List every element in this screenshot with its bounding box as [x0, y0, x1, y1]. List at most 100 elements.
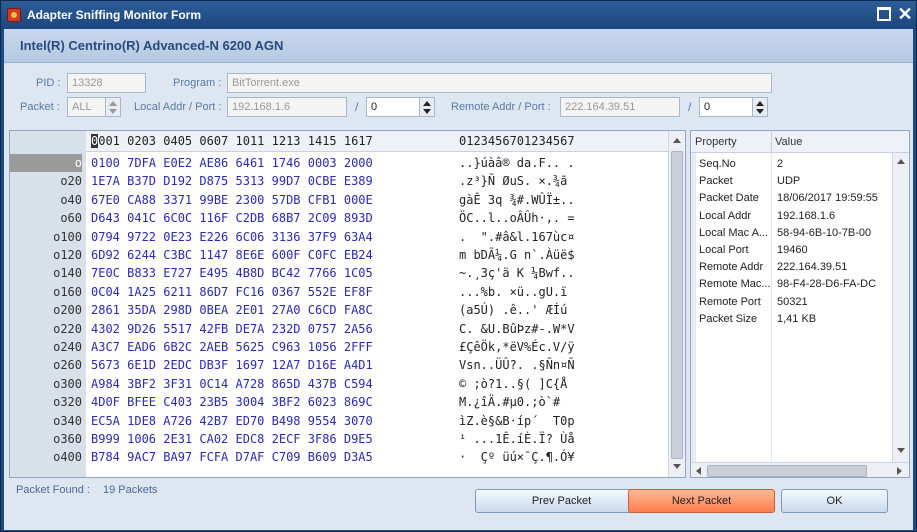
local-addr-field[interactable]: 192.168.1.6 — [227, 97, 347, 117]
hex-row[interactable]: o40 67E0 CA88 3371 99BE 2300 57DB CFB1 00… — [10, 191, 668, 209]
hex-row-ascii[interactable]: ..}úàâ® da.F.. . — [459, 154, 575, 172]
scroll-down-icon[interactable] — [895, 444, 907, 458]
hex-row[interactable]: o220 4302 9D26 5517 42FB DE7A 232D 0757 2… — [10, 320, 668, 338]
hex-row-bytes[interactable]: 6D92 6244 C3BC 1147 8E6E 600F C0FC EB24 — [91, 246, 373, 264]
ascii-column-header: 0123456701234567 — [459, 134, 575, 148]
local-port-stepper[interactable] — [419, 97, 435, 117]
property-scrollbar[interactable] — [892, 153, 909, 462]
remote-port-stepper[interactable] — [752, 97, 768, 117]
hex-row[interactable]: o160 0C04 1A25 6211 86D7 FC16 0367 552E E… — [10, 283, 668, 301]
hex-row-bytes[interactable]: 4302 9D26 5517 42FB DE7A 232D 0757 2A56 — [91, 320, 373, 338]
property-row[interactable]: Packet Date 18/06/2017 19:59:55 — [691, 190, 909, 207]
property-row[interactable]: Packet Size 1,41 KB — [691, 311, 909, 328]
chevron-up-icon[interactable] — [109, 101, 117, 106]
scroll-thumb[interactable] — [671, 151, 683, 459]
hex-row-ascii[interactable]: ~.¸3ç'ä K ¼Bwf.. — [459, 264, 575, 282]
property-row[interactable]: Remote Mac... 98-F4-28-D6-FA-DC — [691, 276, 909, 293]
hex-row[interactable]: o 0100 7DFA E0E2 AE86 6461 1746 0003 2000… — [10, 154, 668, 172]
ok-button[interactable]: OK — [781, 489, 888, 513]
hex-row[interactable]: o60 D643 041C 6C0C 116F C2DB 68B7 2C09 89… — [10, 209, 668, 227]
packet-select[interactable]: ALL — [67, 97, 106, 117]
next-packet-button[interactable]: Next Packet — [628, 489, 775, 513]
program-field[interactable]: BitTorrent.exe — [227, 73, 772, 93]
property-hscrollbar[interactable] — [691, 462, 909, 477]
program-label: Program : — [173, 77, 222, 89]
hex-row-ascii[interactable]: ...%b. ×ü..gU.ï — [459, 283, 567, 301]
hex-row[interactable]: o120 6D92 6244 C3BC 1147 8E6E 600F C0FC E… — [10, 246, 668, 264]
scroll-right-icon[interactable] — [893, 463, 905, 477]
hex-row-bytes[interactable]: 67E0 CA88 3371 99BE 2300 57DB CFB1 000E — [91, 191, 373, 209]
hex-row[interactable]: o20 1E7A B37D D192 D875 5313 99D7 0CBE E3… — [10, 172, 668, 190]
local-port-field[interactable]: 0 — [366, 97, 420, 117]
hex-row-bytes[interactable]: 1E7A B37D D192 D875 5313 99D7 0CBE E389 — [91, 172, 373, 190]
hex-row-ascii[interactable]: ¹ ...1Ê.íÈ.Ï? Ùå — [459, 430, 575, 448]
chevron-down-icon[interactable] — [756, 109, 764, 114]
scroll-up-icon[interactable] — [895, 155, 907, 169]
packet-stepper[interactable] — [105, 97, 121, 117]
close-icon[interactable]: ✕ — [896, 3, 914, 25]
hex-row-bytes[interactable]: 0100 7DFA E0E2 AE86 6461 1746 0003 2000 — [91, 154, 373, 172]
property-value: 50321 — [777, 295, 808, 308]
hex-row-ascii[interactable]: ìZ.è§&B·íp´ T0p — [459, 412, 575, 430]
property-row[interactable]: Packet UDP — [691, 173, 909, 190]
hex-row[interactable]: o400 B784 9AC7 BA97 FCFA D7AF C709 B609 D… — [10, 448, 668, 466]
hex-row-bytes[interactable]: 4D0F BFEE C403 23B5 3004 3BF2 6023 869C — [91, 393, 373, 411]
hex-row[interactable]: o240 A3C7 EAD6 6B2C 2AEB 5625 C963 1056 2… — [10, 338, 668, 356]
hex-viewer[interactable]: 0001 0203 0405 0607 1011 1213 1415 1617 … — [9, 130, 686, 478]
hex-row-bytes[interactable]: 7E0C B833 E727 E495 4B8D BC42 7766 1C05 — [91, 264, 373, 282]
hex-row-bytes[interactable]: B784 9AC7 BA97 FCFA D7AF C709 B609 D3A5 — [91, 448, 373, 466]
hex-row-bytes[interactable]: EC5A 1DE8 A726 42B7 ED70 B498 9554 3070 — [91, 412, 373, 430]
property-row[interactable]: Remote Port 50321 — [691, 294, 909, 311]
property-row[interactable]: Local Mac A... 58-94-6B-10-7B-00 — [691, 225, 909, 242]
chevron-up-icon[interactable] — [756, 101, 764, 106]
hscroll-thumb[interactable] — [707, 465, 867, 477]
chevron-down-icon[interactable] — [423, 109, 431, 114]
hex-row-bytes[interactable]: 2861 35DA 298D 0BEA 2E01 27A0 C6CD FA8C — [91, 301, 373, 319]
remote-addr-field[interactable]: 222.164.39.51 — [560, 97, 680, 117]
hex-row[interactable]: o360 B999 1006 2E31 CA02 EDC8 2ECF 3F86 D… — [10, 430, 668, 448]
property-row[interactable]: Local Addr 192.168.1.6 — [691, 208, 909, 225]
maximize-icon[interactable] — [877, 7, 891, 21]
prev-packet-button[interactable]: Prev Packet — [475, 489, 648, 513]
hex-row-ascii[interactable]: · Çº üú×¯Ç.¶.Ó¥ — [459, 448, 575, 466]
hex-row[interactable]: o320 4D0F BFEE C403 23B5 3004 3BF2 6023 8… — [10, 393, 668, 411]
property-row[interactable]: Seq.No 2 — [691, 156, 909, 173]
hex-row-ascii[interactable]: Vsn..ÜÛ?. .§Ñn¤Ñ — [459, 356, 575, 374]
property-grid[interactable]: Property Value Seq.No 2 Packet UDP Packet Da… — [690, 130, 910, 478]
property-row[interactable]: Remote Addr 222.164.39.51 — [691, 259, 909, 276]
hex-row[interactable]: o140 7E0C B833 E727 E495 4B8D BC42 7766 1… — [10, 264, 668, 282]
column-divider[interactable] — [771, 131, 772, 153]
hex-row-ascii[interactable]: © ;ò?1..§( ]C{Å — [459, 375, 567, 393]
hex-row[interactable]: o100 0794 9722 0E23 E226 6C06 3136 37F9 6… — [10, 228, 668, 246]
hex-row-ascii[interactable]: £ÇêÖk,*ëV%Éc.V/ÿ — [459, 338, 575, 356]
hex-row[interactable]: o340 EC5A 1DE8 A726 42B7 ED70 B498 9554 3… — [10, 412, 668, 430]
pid-field[interactable]: 13328 — [67, 73, 146, 93]
chevron-up-icon[interactable] — [423, 101, 431, 106]
hex-row-bytes[interactable]: 0C04 1A25 6211 86D7 FC16 0367 552E EF8F — [91, 283, 373, 301]
hex-row-ascii[interactable]: M.¿îÄ.#µ0.;ò`# — [459, 393, 560, 411]
hex-row[interactable]: o200 2861 35DA 298D 0BEA 2E01 27A0 C6CD F… — [10, 301, 668, 319]
scroll-left-icon[interactable] — [693, 463, 705, 477]
hex-row-ascii[interactable]: (a5Ú) .ê..' ÆÍú — [459, 301, 567, 319]
hex-row-ascii[interactable]: gàÊ 3q ¾#.WÛÏ±.. — [459, 191, 575, 209]
title-bar[interactable]: Adapter Sniffing Monitor Form ✕ — [1, 1, 916, 29]
hex-row-bytes[interactable]: 0794 9722 0E23 E226 6C06 3136 37F9 63A4 — [91, 228, 373, 246]
hex-row-ascii[interactable]: ÖC..l..oÂÛh·,. = — [459, 209, 575, 227]
scroll-up-icon[interactable] — [671, 134, 683, 148]
hex-row-bytes[interactable]: A984 3BF2 3F31 0C14 A728 865D 437B C594 — [91, 375, 373, 393]
hex-row-ascii[interactable]: . ".#â&l.167ùc¤ — [459, 228, 575, 246]
hex-row-bytes[interactable]: A3C7 EAD6 6B2C 2AEB 5625 C963 1056 2FFF — [91, 338, 373, 356]
chevron-down-icon[interactable] — [109, 109, 117, 114]
hex-row[interactable]: o300 A984 3BF2 3F31 0C14 A728 865D 437B C… — [10, 375, 668, 393]
hex-row[interactable]: o260 5673 6E1D 2EDC DB3F 1697 12A7 D16E A… — [10, 356, 668, 374]
hex-row-ascii[interactable]: .z³}Ñ ØuS. ×.¾ã — [459, 172, 567, 190]
hex-scrollbar[interactable] — [668, 131, 685, 477]
property-row[interactable]: Local Port 19460 — [691, 242, 909, 259]
hex-row-bytes[interactable]: D643 041C 6C0C 116F C2DB 68B7 2C09 893D — [91, 209, 373, 227]
hex-row-ascii[interactable]: C. &U.BûÞz#-.W*V — [459, 320, 575, 338]
remote-port-field[interactable]: 0 — [699, 97, 753, 117]
scroll-down-icon[interactable] — [671, 460, 683, 474]
hex-row-bytes[interactable]: 5673 6E1D 2EDC DB3F 1697 12A7 D16E A4D1 — [91, 356, 373, 374]
hex-row-bytes[interactable]: B999 1006 2E31 CA02 EDC8 2ECF 3F86 D9E5 — [91, 430, 373, 448]
hex-row-ascii[interactable]: m bDÃ¼.G n`.Àüë$ — [459, 246, 575, 264]
